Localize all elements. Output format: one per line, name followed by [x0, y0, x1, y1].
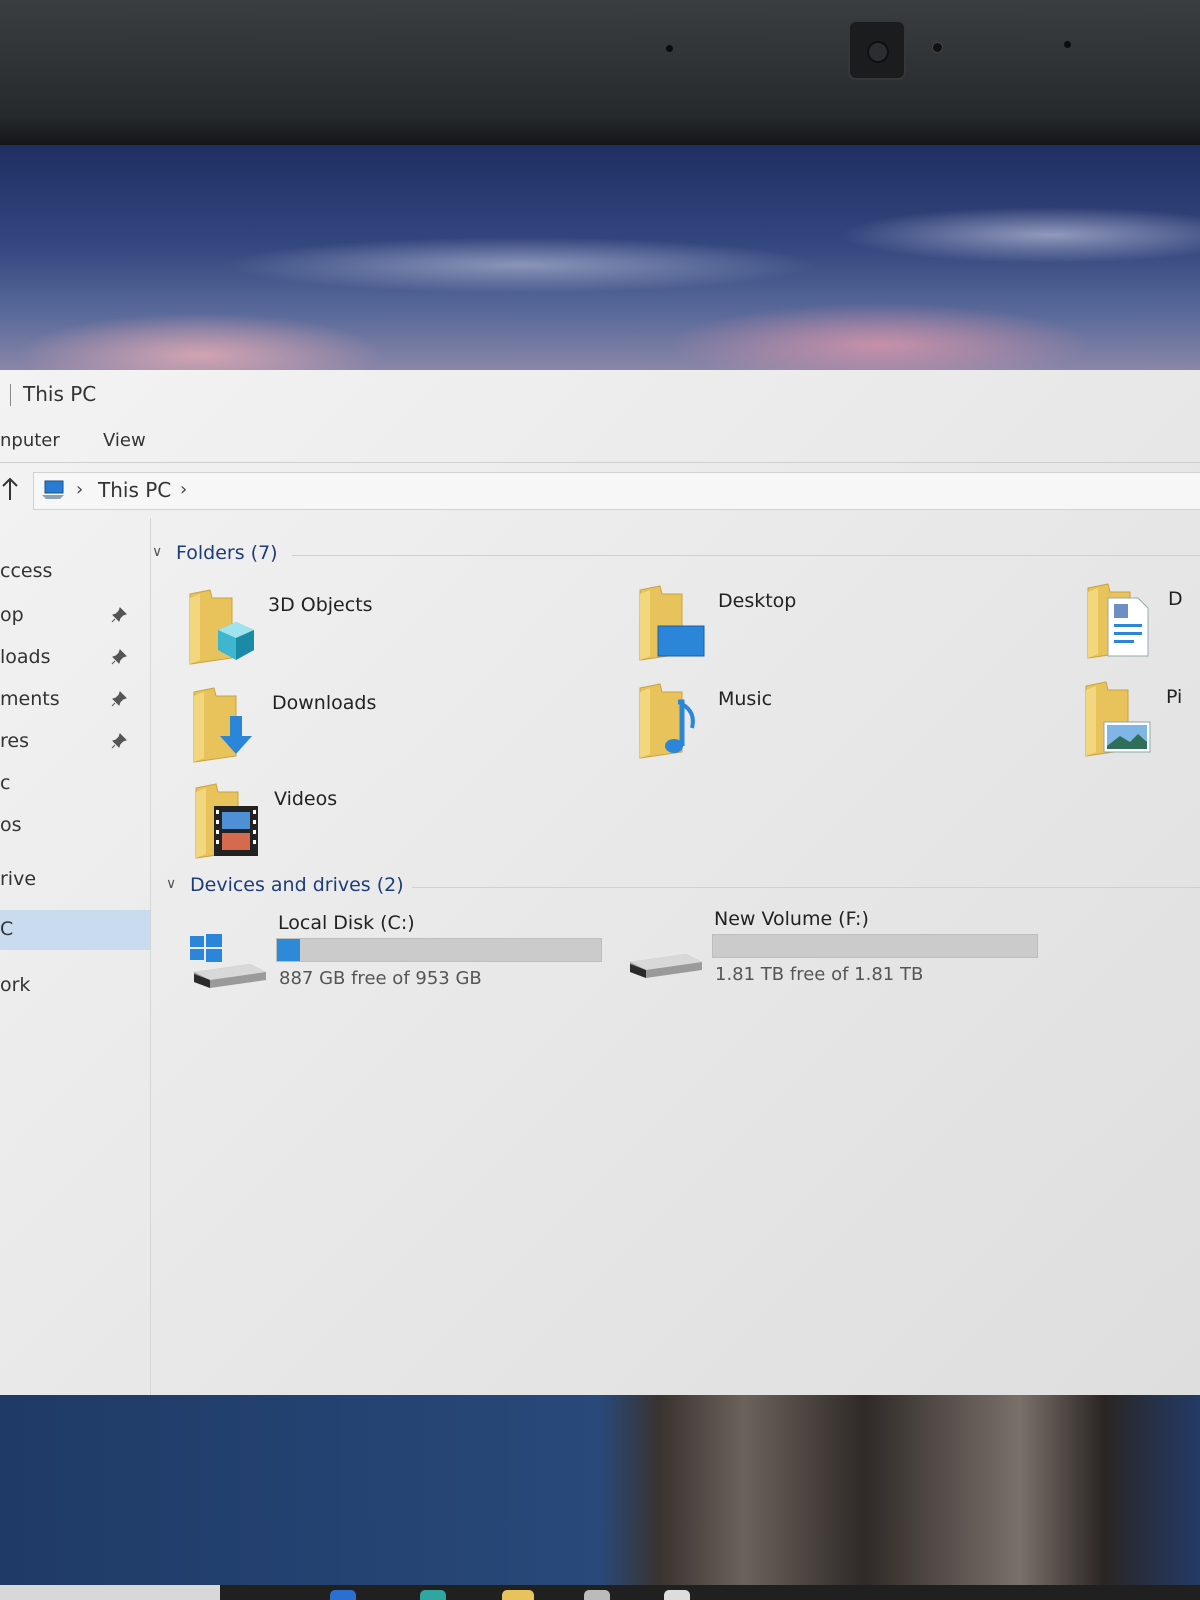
nav-item-label: os — [0, 814, 22, 836]
drive-usage-fill — [277, 939, 300, 961]
group-label: Folders (7) — [176, 542, 278, 564]
folder-label: Music — [718, 688, 773, 710]
nav-item-label: res — [0, 730, 29, 752]
navigation-pane: ccess op loads ments res c os rive C ork — [0, 518, 151, 1395]
taskbar-edge-icon[interactable] — [420, 1590, 446, 1600]
sensor-dot — [932, 42, 943, 53]
drive-free-space: 1.81 TB free of 1.81 TB — [715, 964, 924, 985]
nav-item-pictures[interactable]: res — [0, 724, 150, 760]
nav-item-network[interactable]: ork — [0, 968, 150, 1004]
folder-3d-objects[interactable]: 3D Objects — [186, 588, 606, 678]
sensor-dot — [666, 45, 673, 52]
ribbon-tabs: nputer View — [0, 418, 1200, 463]
drive-free-space: 887 GB free of 953 GB — [279, 968, 482, 989]
breadcrumb-chevron-icon[interactable]: › — [180, 479, 187, 500]
nav-item-quick-access[interactable]: ccess — [0, 554, 150, 590]
desktop-wallpaper-lower — [0, 1395, 1200, 1585]
music-folder-icon — [639, 683, 695, 759]
folder-label: Videos — [274, 788, 338, 810]
up-arrow-icon[interactable] — [0, 476, 22, 504]
3d-objects-folder-icon — [189, 589, 254, 665]
folder-label: Downloads — [272, 692, 377, 714]
drive-usage-bar — [712, 934, 1038, 958]
folder-label: Desktop — [718, 590, 797, 612]
chevron-down-icon[interactable]: ∨ — [152, 544, 162, 560]
nav-item-label: C — [0, 918, 14, 940]
nav-item-videos[interactable]: os — [0, 808, 150, 844]
drive-usage-bar — [276, 938, 602, 962]
group-divider — [412, 887, 1200, 888]
breadcrumb-this-pc[interactable]: This PC — [98, 478, 171, 502]
chevron-down-icon[interactable]: ∨ — [166, 876, 176, 892]
pin-icon — [111, 733, 127, 749]
laptop-bezel — [0, 0, 1200, 145]
file-explorer-window: This PC nputer View › This PC › ccess op — [0, 370, 1200, 1395]
title-bar: This PC — [0, 370, 1200, 418]
desktop-wallpaper — [0, 145, 1200, 370]
address-bar: › This PC › — [0, 462, 1200, 518]
hard-drive-icon — [630, 954, 702, 978]
tab-computer[interactable]: nputer — [0, 430, 60, 451]
taskbar-app-icon[interactable] — [330, 1590, 356, 1600]
taskbar-search-area[interactable] — [0, 1585, 220, 1600]
address-box[interactable]: › This PC › — [33, 472, 1200, 510]
desktop-folder-icon — [639, 585, 705, 661]
sensor-dot — [1064, 41, 1071, 48]
windows-drive-icon — [190, 934, 266, 988]
taskbar-explorer-icon[interactable] — [502, 1590, 534, 1600]
pictures-folder-icon — [1085, 681, 1151, 757]
pin-icon — [111, 649, 127, 665]
videos-folder-icon — [195, 783, 258, 859]
pin-icon — [111, 691, 127, 707]
folder-downloads[interactable]: Downloads — [190, 686, 610, 776]
folder-label: D — [1168, 588, 1183, 610]
drive-name: Local Disk (C:) — [278, 912, 415, 934]
drive-new-volume-f[interactable]: New Volume (F:) 1.81 TB free of 1.81 TB — [626, 908, 1066, 1008]
nav-item-label: ork — [0, 974, 31, 996]
group-divider — [292, 555, 1200, 556]
nav-item-desktop[interactable]: op — [0, 598, 150, 634]
folder-label: Pi — [1166, 686, 1183, 708]
downloads-folder-icon — [193, 687, 252, 763]
nav-item-downloads[interactable]: loads — [0, 640, 150, 676]
nav-item-this-pc[interactable]: C — [0, 910, 150, 950]
taskbar-store-icon[interactable] — [584, 1590, 610, 1600]
nav-item-label: c — [0, 772, 11, 794]
folder-documents[interactable]: D — [1084, 582, 1200, 672]
nav-item-label: loads — [0, 646, 51, 668]
taskbar-mail-icon[interactable] — [664, 1590, 690, 1600]
folder-label: 3D Objects — [268, 594, 373, 616]
drive-name: New Volume (F:) — [714, 908, 869, 930]
nav-item-label: ments — [0, 688, 60, 710]
breadcrumb-chevron-icon[interactable]: › — [76, 479, 83, 500]
drives-group-header[interactable]: ∨ Devices and drives (2) — [166, 874, 1200, 904]
nav-item-label: op — [0, 604, 24, 626]
title-separator — [10, 384, 11, 406]
webcam — [848, 20, 906, 80]
taskbar — [0, 1585, 1200, 1600]
folder-pictures[interactable]: Pi — [1082, 680, 1200, 770]
tab-view[interactable]: View — [103, 430, 146, 451]
folders-group-header[interactable]: ∨ Folders (7) — [152, 542, 1200, 572]
documents-folder-icon — [1087, 583, 1149, 659]
group-label: Devices and drives (2) — [190, 874, 404, 896]
drive-local-disk-c[interactable]: Local Disk (C:) 887 GB free of 953 GB — [190, 912, 630, 1012]
folder-music[interactable]: Music — [636, 682, 1056, 772]
folder-desktop[interactable]: Desktop — [636, 584, 1056, 674]
pin-icon — [111, 607, 127, 623]
nav-item-label: rive — [0, 868, 37, 890]
nav-item-c[interactable]: c — [0, 766, 150, 802]
nav-item-onedrive[interactable]: rive — [0, 862, 150, 898]
folder-videos[interactable]: Videos — [192, 782, 612, 872]
window-title: This PC — [23, 382, 97, 406]
this-pc-icon — [42, 480, 64, 499]
content-area: ∨ Folders (7) 3D Objects Desktop D Downl… — [150, 518, 1200, 1395]
nav-item-label: ccess — [0, 560, 53, 582]
nav-item-documents[interactable]: ments — [0, 682, 150, 718]
